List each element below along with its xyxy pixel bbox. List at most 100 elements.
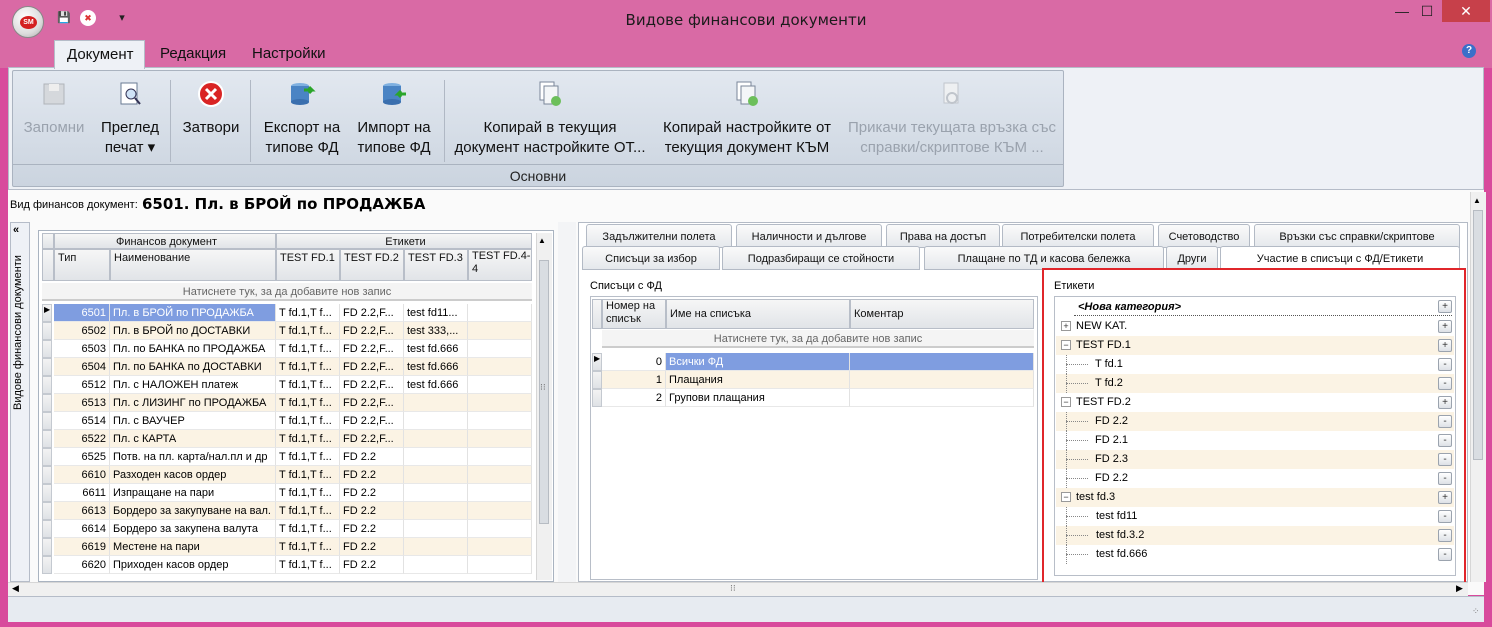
minimize-button[interactable]: — — [1390, 0, 1414, 22]
row-selector[interactable] — [592, 371, 602, 389]
close-window-button[interactable]: ✕ — [1442, 0, 1490, 22]
table-cell[interactable]: FD 2.2,F... — [340, 394, 404, 412]
table-cell[interactable]: Пл. с ЛИЗИНГ по ПРОДАЖБА — [110, 394, 276, 412]
row-selector[interactable] — [42, 376, 52, 394]
table-cell[interactable]: T fd.1,T f... — [276, 358, 340, 376]
tab-6[interactable]: Връзки със справки/скриптове — [1254, 224, 1460, 248]
scroll-left-icon[interactable]: ◀ — [12, 583, 19, 594]
table-cell[interactable] — [404, 448, 468, 466]
list-cell[interactable]: 2 — [602, 389, 666, 407]
row-selector[interactable] — [42, 502, 52, 520]
table-cell[interactable]: 6614 — [54, 520, 110, 538]
table-cell[interactable] — [468, 412, 532, 430]
table-cell[interactable]: test 333,... — [404, 322, 468, 340]
col-name[interactable]: Наименование — [110, 249, 276, 281]
table-cell[interactable]: FD 2.2 — [340, 520, 404, 538]
table-cell[interactable]: 6514 — [54, 412, 110, 430]
table-cell[interactable] — [468, 304, 532, 322]
tab-row2-1[interactable]: Списъци за избор — [582, 246, 720, 270]
col-test-fd3[interactable]: TEST FD.3 — [404, 249, 468, 281]
table-cell[interactable]: FD 2.2,F... — [340, 376, 404, 394]
remove-label-button[interactable]: - — [1438, 529, 1452, 542]
print-preview-button[interactable]: Преглед печат ▾ — [94, 76, 166, 158]
row-selector[interactable] — [42, 430, 52, 448]
list-cell[interactable]: Плащания — [666, 371, 850, 389]
expand-icon[interactable]: − — [1061, 340, 1071, 350]
add-label-button[interactable]: + — [1438, 396, 1452, 409]
add-label-button[interactable]: + — [1438, 339, 1452, 352]
table-cell[interactable] — [468, 466, 532, 484]
add-label-button[interactable]: + — [1438, 320, 1452, 333]
table-cell[interactable]: Приходен касов ордер — [110, 556, 276, 574]
list-cell[interactable] — [850, 371, 1034, 389]
list-cell[interactable]: Всички ФД — [666, 353, 850, 371]
table-cell[interactable] — [404, 520, 468, 538]
tab-document[interactable]: Документ — [54, 40, 145, 69]
table-cell[interactable]: 6512 — [54, 376, 110, 394]
attach-report-link-button[interactable]: Прикачи текущата връзка със справки/скрип… — [844, 76, 1060, 158]
table-cell[interactable]: T fd.1,T f... — [276, 502, 340, 520]
table-cell[interactable] — [468, 448, 532, 466]
tab-5[interactable]: Счетоводство — [1158, 224, 1250, 248]
table-cell[interactable]: 6619 — [54, 538, 110, 556]
table-cell[interactable] — [404, 538, 468, 556]
table-cell[interactable] — [404, 430, 468, 448]
table-cell[interactable]: 6503 — [54, 340, 110, 358]
list-cell[interactable]: 1 — [602, 371, 666, 389]
remove-label-button[interactable]: - — [1438, 377, 1452, 390]
tab-row2-4[interactable]: Други — [1166, 246, 1218, 270]
col-test-fd4[interactable]: TEST FD.4-4 — [468, 249, 532, 281]
scroll-up-icon[interactable]: ▲ — [1473, 196, 1481, 205]
close-doc-icon[interactable]: ✖ — [80, 10, 96, 26]
table-cell[interactable]: T fd.1,T f... — [276, 484, 340, 502]
lists-new-record-row[interactable]: Натиснете тук, за да добавите нов запис — [602, 330, 1034, 348]
row-selector[interactable] — [42, 466, 52, 484]
table-cell[interactable]: Пл. в БРОЙ по ПРОДАЖБА — [110, 304, 276, 322]
copy-settings-to-button[interactable]: Копирай настройките от текущия документ К… — [654, 76, 840, 158]
table-cell[interactable]: 6502 — [54, 322, 110, 340]
tab-2[interactable]: Наличности и дългове — [736, 224, 882, 248]
copy-settings-from-button[interactable]: Копирай в текущия документ настройките ОТ… — [450, 76, 650, 158]
list-cell[interactable]: Групови плащания — [666, 389, 850, 407]
col-type[interactable]: Тип — [54, 249, 110, 281]
tab-edit[interactable]: Редакция — [148, 40, 238, 68]
row-selector[interactable] — [42, 556, 52, 574]
scroll-up-icon[interactable]: ▲ — [538, 236, 546, 245]
table-cell[interactable]: FD 2.2 — [340, 538, 404, 556]
table-cell[interactable] — [468, 430, 532, 448]
export-types-button[interactable]: Експорт на типове ФД — [258, 76, 346, 158]
table-cell[interactable]: 6525 — [54, 448, 110, 466]
maximize-button[interactable]: ☐ — [1414, 0, 1440, 22]
table-cell[interactable]: T fd.1,T f... — [276, 466, 340, 484]
splitter[interactable] — [558, 222, 576, 582]
table-cell[interactable]: FD 2.2,F... — [340, 412, 404, 430]
table-cell[interactable]: test fd.666 — [404, 358, 468, 376]
list-cell[interactable] — [850, 389, 1034, 407]
table-cell[interactable]: Пл. с КАРТА — [110, 430, 276, 448]
add-label-button[interactable]: + — [1438, 491, 1452, 504]
row-selector[interactable] — [42, 340, 52, 358]
row-selector[interactable] — [42, 394, 52, 412]
table-cell[interactable]: 6513 — [54, 394, 110, 412]
list-cell[interactable] — [850, 353, 1034, 371]
table-cell[interactable]: Местене на пари — [110, 538, 276, 556]
table-cell[interactable]: FD 2.2 — [340, 484, 404, 502]
table-cell[interactable]: FD 2.2 — [340, 502, 404, 520]
table-cell[interactable]: Изпращане на пари — [110, 484, 276, 502]
table-cell[interactable] — [468, 520, 532, 538]
table-cell[interactable] — [468, 502, 532, 520]
row-selector[interactable] — [42, 484, 52, 502]
table-cell[interactable]: 6504 — [54, 358, 110, 376]
table-cell[interactable]: T fd.1,T f... — [276, 304, 340, 322]
add-category-button[interactable]: + — [1438, 300, 1452, 313]
col-list-number[interactable]: Номер на списък — [602, 299, 666, 329]
tab-row2-3[interactable]: Плащане по ТД и касова бележка — [924, 246, 1164, 270]
table-cell[interactable]: 6613 — [54, 502, 110, 520]
table-cell[interactable]: 6501 — [54, 304, 110, 322]
table-cell[interactable]: FD 2.2,F... — [340, 304, 404, 322]
save-button[interactable]: Запомни — [16, 76, 92, 138]
horizontal-scrollbar[interactable] — [8, 582, 1468, 596]
scroll-thumb[interactable] — [1473, 210, 1483, 460]
save-icon[interactable]: 💾 — [56, 10, 72, 26]
col-list-name[interactable]: Име на списъка — [666, 299, 850, 329]
